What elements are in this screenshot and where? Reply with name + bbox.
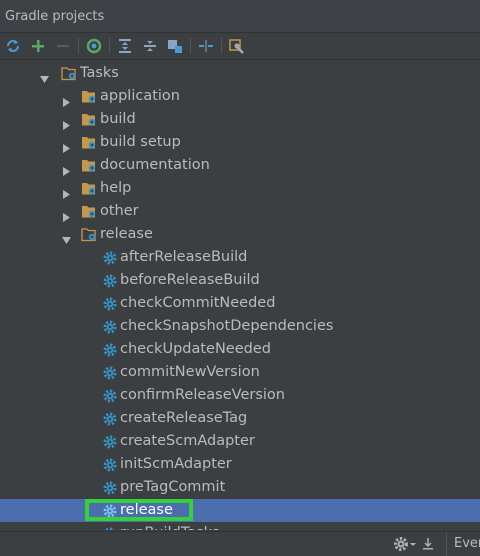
task-label: preTagCommit (120, 479, 226, 495)
task-label: runBuildTasks (120, 522, 220, 530)
tree-node-application[interactable]: application (0, 85, 480, 108)
task-folder-icon (81, 158, 97, 173)
task-item[interactable]: commitNewVersion (0, 361, 480, 384)
gear-icon (103, 434, 117, 449)
tree-node-label: documentation (100, 157, 210, 173)
gear-icon (103, 296, 117, 311)
toolbar-separator (221, 38, 222, 54)
gear-icon (103, 250, 117, 265)
task-item[interactable]: initScmAdapter (0, 453, 480, 476)
task-item[interactable]: beforeReleaseBuild (0, 269, 480, 292)
task-item[interactable]: checkUpdateNeeded (0, 338, 480, 361)
collapse-all-icon[interactable] (141, 37, 159, 55)
chevron-right-icon[interactable] (62, 207, 71, 222)
toolbar-separator (78, 38, 79, 54)
expand-all-icon[interactable] (116, 37, 134, 55)
tree-node-label: other (100, 203, 139, 219)
gear-icon (103, 388, 117, 403)
task-item[interactable]: checkCommitNeeded (0, 292, 480, 315)
chevron-down-icon[interactable] (40, 69, 49, 83)
tree-node-label: build (100, 111, 136, 127)
gear-icon (103, 365, 117, 380)
task-item[interactable]: afterReleaseBuild (0, 246, 480, 269)
status-bar: Even (0, 531, 480, 556)
execute-task-icon[interactable] (85, 37, 103, 55)
task-folder-icon (81, 181, 97, 196)
chevron-right-icon[interactable] (62, 115, 71, 130)
tree-node-other[interactable]: other (0, 200, 480, 223)
task-label: checkSnapshotDependencies (120, 318, 334, 334)
gear-icon (103, 503, 117, 518)
settings-wrench-icon[interactable] (228, 37, 246, 55)
task-item[interactable]: createReleaseTag (0, 407, 480, 430)
gradle-toolbar (0, 33, 480, 60)
tree-node-label: application (100, 88, 180, 104)
panel-title-bar: Gradle projects (0, 0, 480, 33)
task-label: release (120, 502, 173, 518)
toolbar-separator (109, 38, 110, 54)
event-log-tab-label: Even (454, 536, 480, 551)
tree-node-help[interactable]: help (0, 177, 480, 200)
remove-icon[interactable] (54, 37, 72, 55)
chevron-down-icon[interactable] (409, 536, 417, 552)
toolbar-separator (190, 38, 191, 54)
chevron-right-icon[interactable] (62, 161, 71, 176)
gear-icon (103, 457, 117, 472)
gear-icon[interactable] (393, 536, 409, 552)
task-label: checkUpdateNeeded (120, 341, 271, 357)
gear-icon (103, 411, 117, 426)
gear-icon (103, 273, 117, 288)
tree-node-build[interactable]: build (0, 108, 480, 131)
tree-node-build-setup[interactable]: build setup (0, 131, 480, 154)
tree-node-label: release (100, 226, 153, 242)
task-folder-icon (81, 135, 97, 150)
task-label: confirmReleaseVersion (120, 387, 285, 403)
gradle-task-tree: Tasks application build build setup docu… (0, 60, 480, 530)
task-label: createScmAdapter (120, 433, 255, 449)
task-item[interactable]: confirmReleaseVersion (0, 384, 480, 407)
task-folder-icon (61, 66, 77, 81)
chevron-right-icon[interactable] (62, 184, 71, 199)
chevron-right-icon[interactable] (62, 92, 71, 107)
task-label: beforeReleaseBuild (120, 272, 260, 288)
panel-title: Gradle projects (5, 9, 105, 24)
task-folder-icon (81, 112, 97, 127)
task-item-selected[interactable]: release (0, 499, 480, 522)
task-label: afterReleaseBuild (120, 249, 248, 265)
tree-node-label: Tasks (80, 65, 119, 81)
task-folder-icon (81, 89, 97, 104)
chevron-right-icon[interactable] (62, 138, 71, 153)
task-item[interactable]: checkSnapshotDependencies (0, 315, 480, 338)
tree-node-label: build setup (100, 134, 181, 150)
gear-icon (103, 480, 117, 495)
hide-panel-icon[interactable] (420, 536, 436, 552)
task-folder-icon (81, 227, 97, 242)
group-tasks-icon[interactable] (166, 37, 184, 55)
chevron-down-icon[interactable] (62, 230, 71, 244)
tree-node-release-group[interactable]: release (0, 223, 480, 246)
task-label: checkCommitNeeded (120, 295, 276, 311)
task-label: commitNewVersion (120, 364, 260, 380)
event-log-tab[interactable]: Even (446, 532, 480, 556)
tree-node-tasks[interactable]: Tasks (0, 62, 480, 85)
tree-node-label: help (100, 180, 132, 196)
task-item[interactable]: runBuildTasks (0, 522, 480, 530)
task-label: createReleaseTag (120, 410, 248, 426)
add-icon[interactable] (29, 37, 47, 55)
gear-icon (103, 342, 117, 357)
toggle-offline-icon[interactable] (197, 37, 215, 55)
task-item[interactable]: preTagCommit (0, 476, 480, 499)
gear-icon (103, 526, 117, 530)
task-item[interactable]: createScmAdapter (0, 430, 480, 453)
gear-icon (103, 319, 117, 334)
tree-node-documentation[interactable]: documentation (0, 154, 480, 177)
refresh-icon[interactable] (4, 37, 22, 55)
task-label: initScmAdapter (120, 456, 232, 472)
task-folder-icon (81, 204, 97, 219)
